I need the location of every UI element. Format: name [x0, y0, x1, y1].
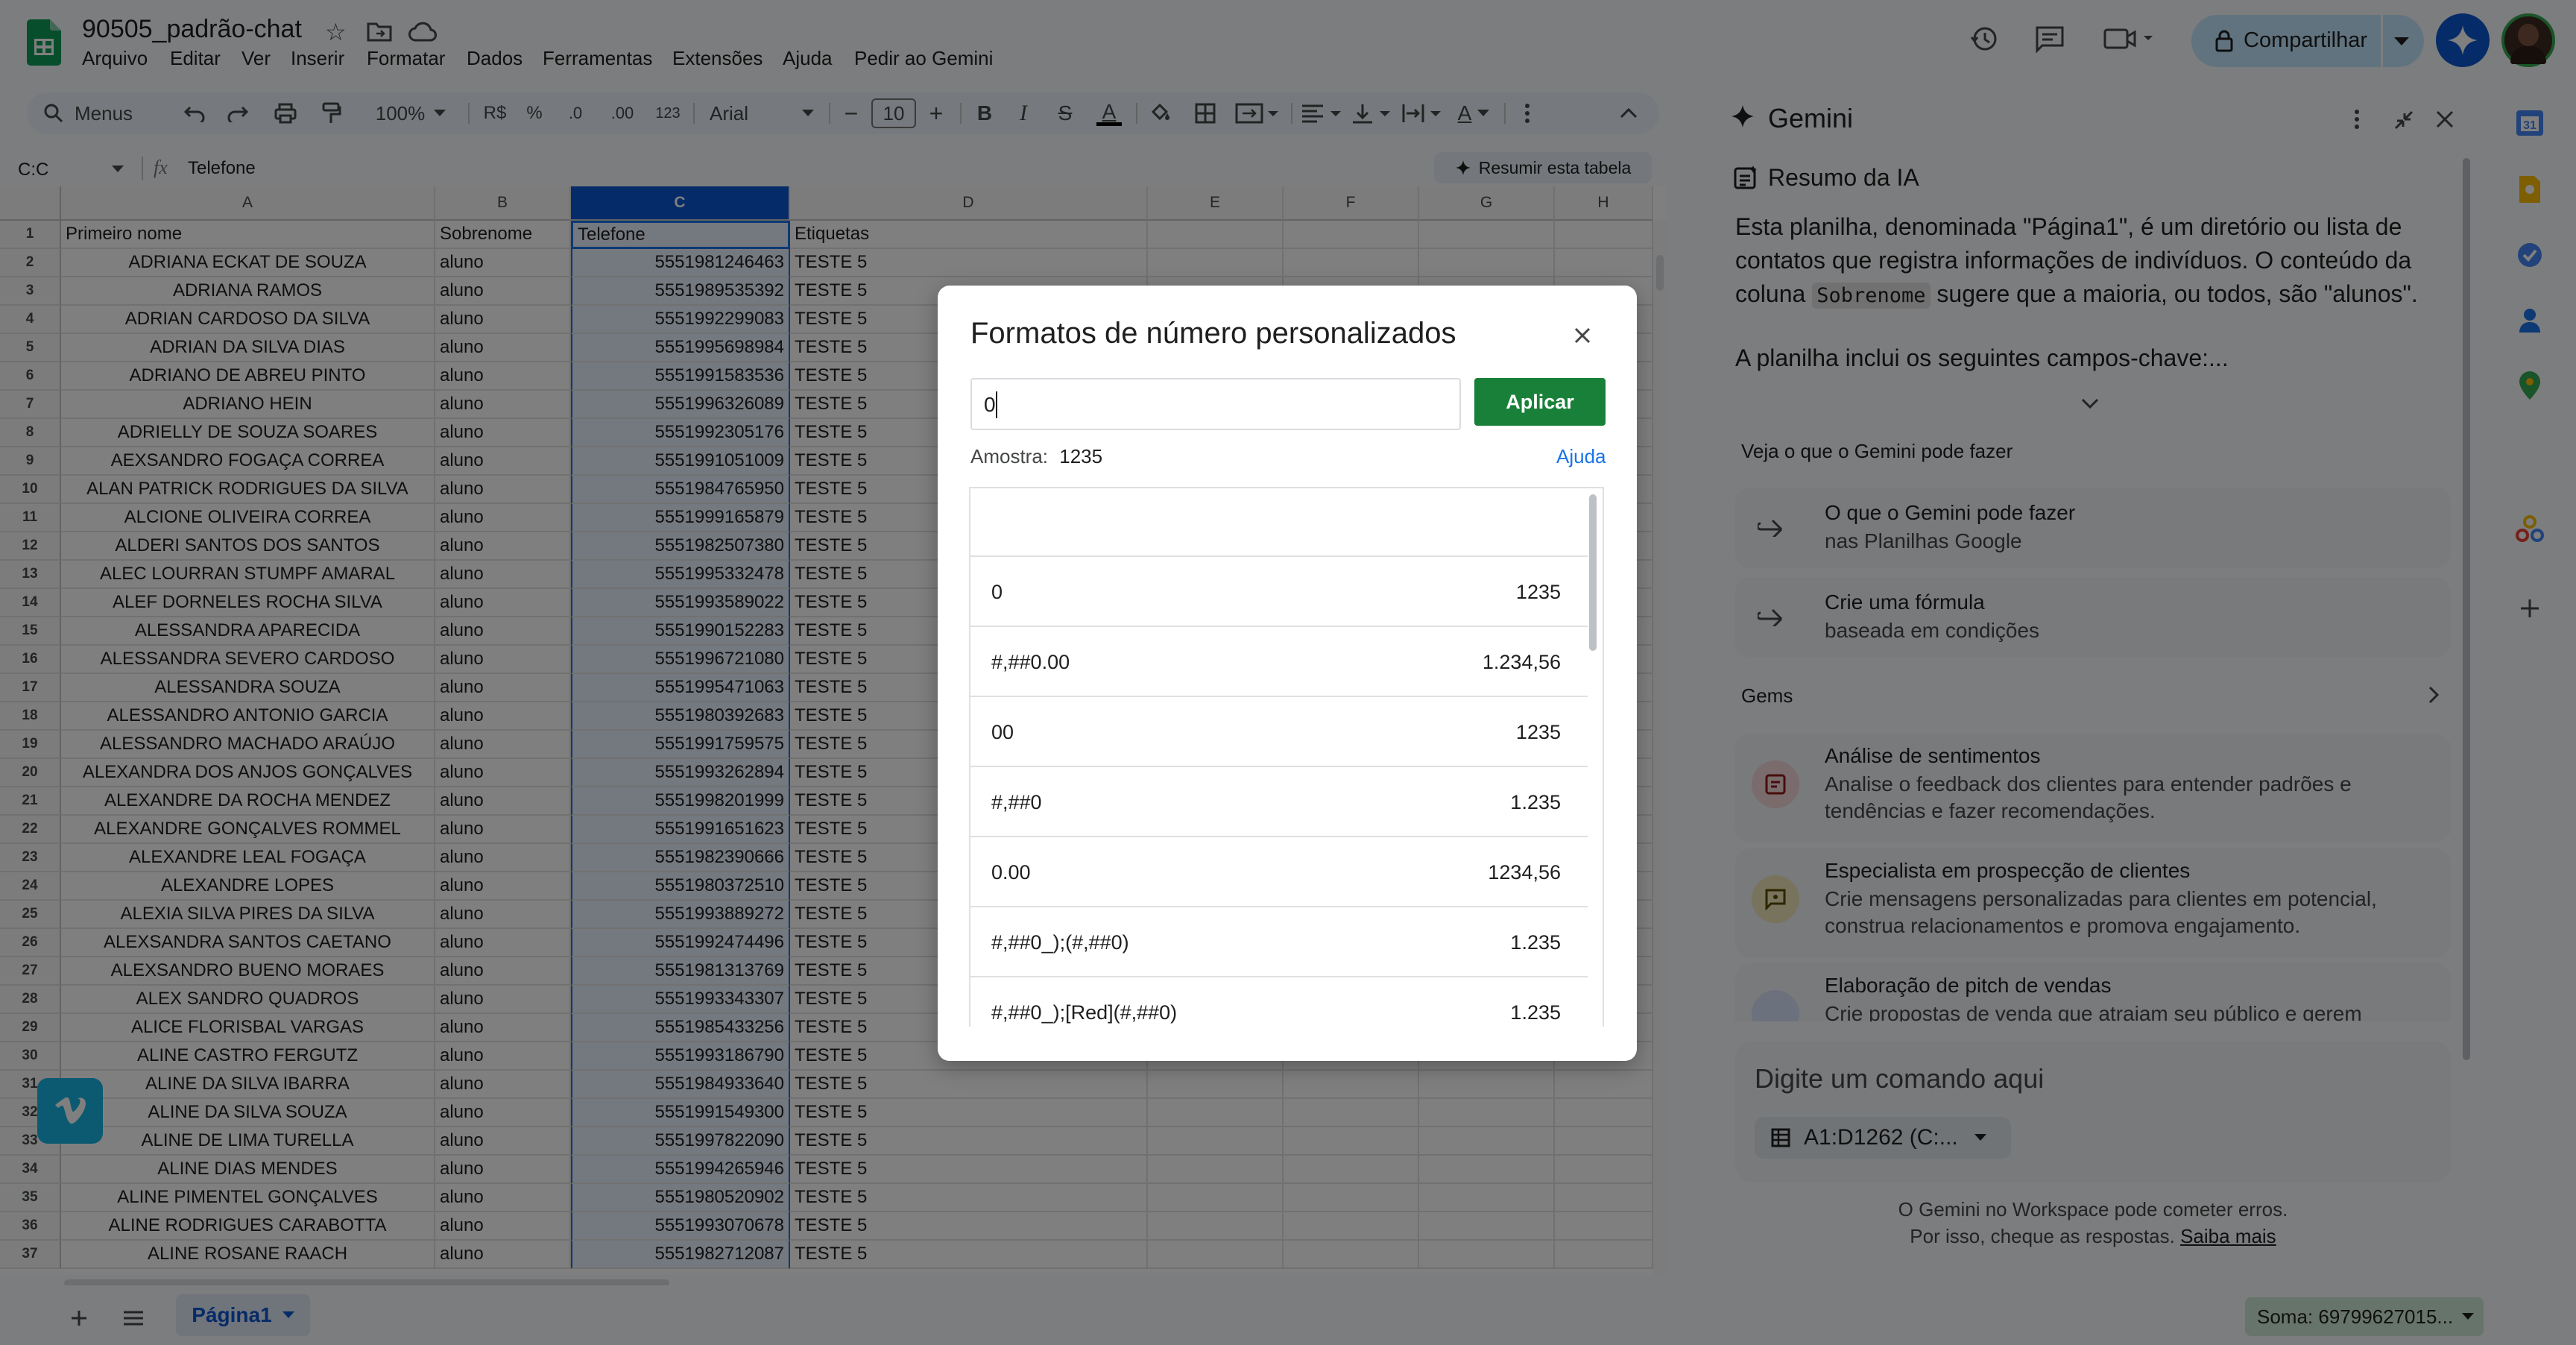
format-option[interactable]: #,##0_);(#,##0) 1.235 [969, 909, 1588, 977]
format-option[interactable]: 00 1235 [969, 699, 1588, 767]
help-link[interactable]: Ajuda [1556, 445, 1606, 468]
dialog-title: Formatos de número personalizados [970, 317, 1456, 350]
format-input[interactable]: 0 [970, 378, 1461, 430]
format-option[interactable]: #,##0 1.235 [969, 769, 1588, 837]
format-option-empty[interactable] [969, 488, 1588, 557]
sample-label: Amostra: [970, 445, 1049, 467]
format-option[interactable]: #,##0_);[Red](#,##0) 1.235 [969, 979, 1588, 1027]
sample-row: Amostra: 1235 [970, 445, 1102, 468]
format-option[interactable]: 0 1235 [969, 558, 1588, 627]
format-input-value: 0 [984, 393, 996, 416]
custom-number-format-dialog: Formatos de número personalizados 0 Apli… [938, 286, 1637, 1061]
formats-list[interactable]: 0 1235 #,##0.00 1.234,56 00 1235 #,##0 1.235… [938, 487, 1637, 1027]
apply-button[interactable]: Aplicar [1474, 378, 1606, 426]
apply-label: Aplicar [1506, 390, 1574, 413]
text-cursor [996, 391, 997, 418]
sample-value: 1235 [1059, 445, 1103, 467]
formats-list-scrollbar[interactable] [1589, 494, 1597, 651]
format-option[interactable]: #,##0.00 1.234,56 [969, 629, 1588, 697]
format-option[interactable]: 0.00 1234,56 [969, 839, 1588, 907]
close-icon[interactable] [1574, 327, 1591, 344]
